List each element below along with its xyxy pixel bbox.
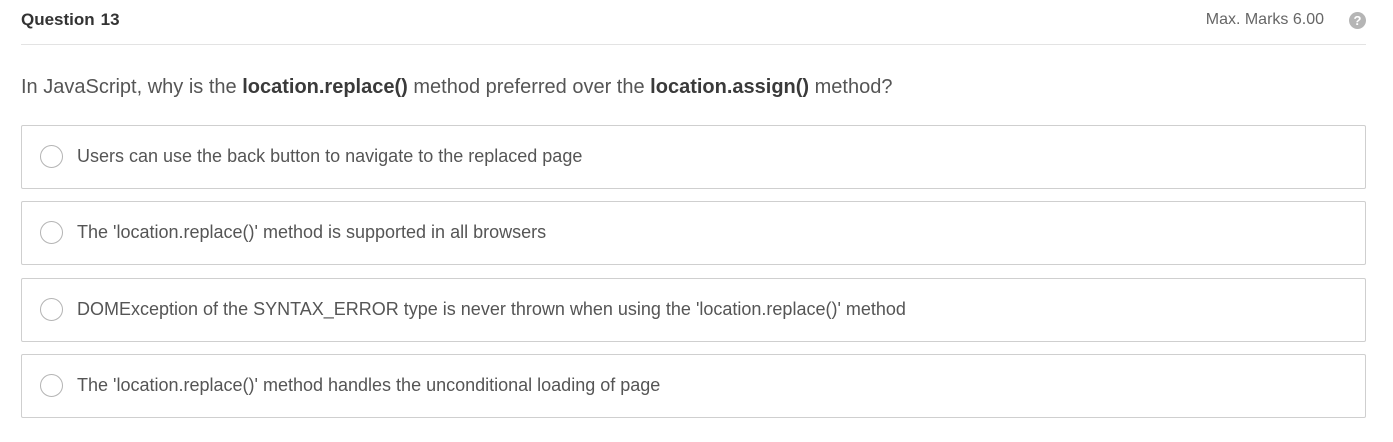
answer-option-label: Users can use the back button to navigat… (77, 146, 583, 166)
question-header: Question 13 Max. Marks 6.00 ? (21, 0, 1366, 45)
question-label: Question (21, 10, 95, 29)
help-icon[interactable]: ? (1349, 12, 1366, 29)
answer-option-label: DOMException of the SYNTAX_ERROR type is… (77, 299, 906, 319)
radio-button-icon[interactable] (40, 298, 63, 321)
quiz-question-panel: Question 13 Max. Marks 6.00 ? In JavaScri… (0, 0, 1393, 442)
radio-button-icon[interactable] (40, 374, 63, 397)
question-text-suffix: method? (809, 76, 893, 98)
answer-option-1[interactable]: Users can use the back button to navigat… (21, 125, 1366, 189)
question-text: In JavaScript, why is the location.repla… (21, 76, 892, 99)
question-title: Question 13 (21, 10, 120, 30)
answer-option-4[interactable]: The 'location.replace()' method handles … (21, 354, 1366, 418)
radio-button-icon[interactable] (40, 145, 63, 168)
question-number: 13 (100, 10, 120, 29)
answer-option-3[interactable]: DOMException of the SYNTAX_ERROR type is… (21, 278, 1366, 342)
answer-option-label: The 'location.replace()' method handles … (77, 375, 661, 395)
max-marks: Max. Marks 6.00 (1205, 11, 1324, 28)
answer-option-label: The 'location.replace()' method is suppo… (77, 222, 547, 242)
radio-button-icon[interactable] (40, 221, 63, 244)
question-text-prefix: In JavaScript, why is the (21, 76, 243, 98)
question-term-assign: location.assign() (650, 76, 810, 98)
answer-option-2[interactable]: The 'location.replace()' method is suppo… (21, 201, 1366, 265)
question-term-replace: location.replace() (242, 76, 408, 98)
question-text-middle: method preferred over the (407, 76, 651, 98)
